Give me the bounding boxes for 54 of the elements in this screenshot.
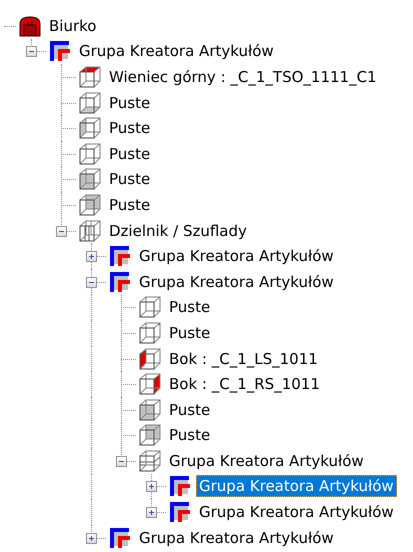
bracket-icon [109,526,131,549]
expand-button[interactable] [146,507,157,518]
tree-item[interactable]: Grupa Kreatora Artykułów [136,526,337,549]
tree-item[interactable]: Puste [166,322,214,344]
cube-icon [139,424,161,446]
bracket-icon [109,245,131,268]
tree-item[interactable]: Puste [106,194,154,216]
bracket-icon [49,40,71,62]
cube-icon [139,348,161,370]
bracket-icon [169,475,191,498]
tree-item[interactable]: Grupa Kreatora Artykułów [196,501,397,524]
tree-item[interactable]: Puste [106,168,154,190]
cube-icon [79,66,101,88]
tree-item[interactable]: Grupa Kreatora Artykułów [166,450,367,472]
tree-item[interactable]: Puste [106,117,154,140]
collapse-button[interactable] [116,456,127,467]
plus-icon [87,534,96,543]
tree-item[interactable]: Bok : _C_1_LS_1011 [166,348,321,370]
cube-icon [139,373,161,396]
tree-item[interactable]: Grupa Kreatora Artykułów [136,270,337,293]
shelf-cube-icon [139,450,161,472]
tree-item[interactable]: Dzielnik / Szuflady [106,220,250,242]
tree-item[interactable]: Puste [106,142,154,165]
expand-button[interactable] [146,481,157,492]
cube-icon [79,117,101,140]
tree-item[interactable]: Grupa Kreatora Artykułów [76,40,277,62]
tree-item[interactable]: Puste [166,296,214,318]
divided-cube-icon [79,220,101,242]
cube-icon [139,322,161,344]
collapse-button[interactable] [86,276,97,288]
cube-icon [79,194,101,216]
cube-icon [139,398,161,421]
desk-icon [19,14,41,37]
tree-item[interactable]: Puste [106,92,154,114]
bracket-icon [109,270,131,293]
tree-item[interactable]: Puste [166,398,214,421]
plus-icon [147,482,156,492]
tree-item[interactable]: Wieniec górny : _C_1_TSO_1111_C1 [106,66,380,88]
tree-item[interactable]: Grupa Kreatora Artykułów [196,475,397,498]
tree-item[interactable]: Grupa Kreatora Artykułów [136,245,337,268]
expand-button[interactable] [86,532,97,544]
tree-item[interactable]: Biurko [46,14,100,37]
cube-icon [79,142,101,165]
bracket-icon [169,501,191,524]
expand-button[interactable] [86,251,97,262]
plus-icon [147,508,156,518]
collapse-button[interactable] [56,226,67,237]
tree-item[interactable]: Bok : _C_1_RS_1011 [166,373,323,396]
cube-icon [79,168,101,190]
collapse-button[interactable] [26,46,37,58]
cube-icon [139,296,161,318]
plus-icon [87,252,96,262]
tree-item[interactable]: Puste [166,424,214,446]
cube-icon [79,92,101,114]
